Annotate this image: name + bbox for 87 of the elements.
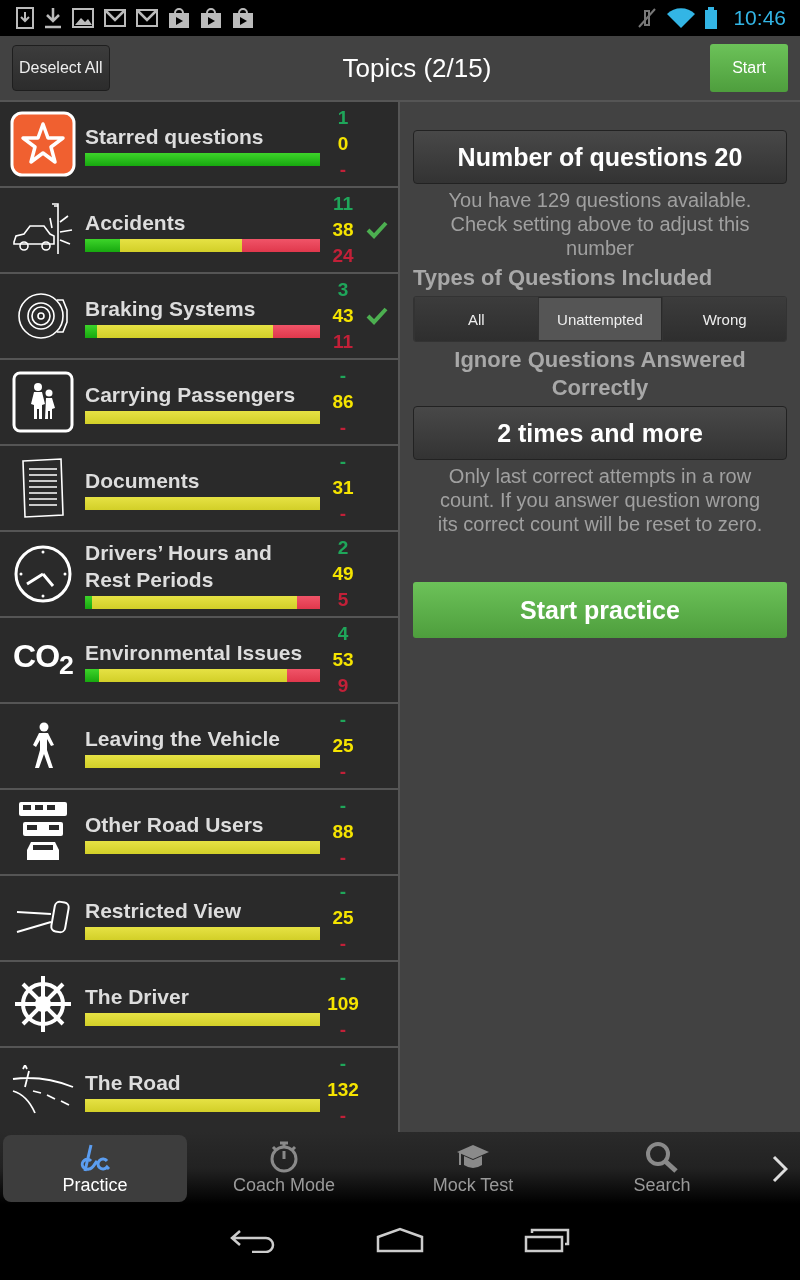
unanswered-count: 25 <box>332 734 354 758</box>
back-button[interactable] <box>230 1227 276 1253</box>
unanswered-count: 53 <box>332 648 354 672</box>
correct-count: - <box>339 450 347 474</box>
wrong-count: - <box>339 846 347 870</box>
available-note: You have 129 questions available. Check setting above to adjust this number <box>447 188 753 260</box>
unanswered-count: 43 <box>332 304 354 328</box>
wrong-count: - <box>339 932 347 956</box>
correct-count: - <box>339 794 347 818</box>
wifi-icon <box>667 8 696 28</box>
wrong-count: - <box>339 760 347 784</box>
co2-icon: CO$_{2}$ <box>13 638 73 682</box>
topic-title[interactable]: Starred questions <box>85 122 320 150</box>
unanswered-count: 109 <box>327 992 359 1016</box>
topic-title[interactable]: Other Road Users <box>85 810 320 838</box>
correct-count: - <box>339 708 347 732</box>
mail-icon <box>136 9 158 27</box>
bottom-tab[interactable]: Coach Mode <box>192 1135 376 1202</box>
question-type-toggle[interactable]: All <box>414 297 538 341</box>
recent-apps-button[interactable] <box>524 1227 570 1253</box>
topic-title[interactable]: Leaving the Vehicle <box>85 724 320 752</box>
correct-count: 2 <box>337 536 349 560</box>
topic-title[interactable]: Carrying Passengers <box>85 380 320 408</box>
correct-count: - <box>339 1052 347 1076</box>
wrong-count: 24 <box>332 244 354 268</box>
wrong-count: - <box>339 158 347 182</box>
unanswered-count: 132 <box>327 1078 359 1102</box>
brake-disc-icon <box>17 290 69 342</box>
correct-count: - <box>339 364 347 388</box>
unanswered-count: 0 <box>337 132 349 156</box>
bottom-tab[interactable]: Search <box>570 1135 754 1202</box>
chevron-right-icon <box>771 1154 788 1183</box>
correct-count: 1 <box>337 106 349 130</box>
deselect-all-button[interactable]: Deselect All <box>12 45 110 91</box>
topic-title[interactable]: Restricted View <box>85 896 320 924</box>
road-icon <box>11 1065 75 1115</box>
correct-count: 11 <box>332 192 354 216</box>
bottom-tab[interactable]: Mock Test <box>381 1135 565 1202</box>
wrong-count: - <box>339 502 347 526</box>
wrong-count: 11 <box>332 330 354 354</box>
types-heading: Types of Questions Included <box>413 264 714 292</box>
battery-icon <box>705 7 718 29</box>
download-icon <box>44 7 62 29</box>
correct-count: - <box>339 880 347 904</box>
question-type-toggle[interactable]: Unattempted <box>537 297 663 341</box>
topic-title[interactable]: The Driver <box>85 982 320 1010</box>
bottom-tab[interactable]: Practice <box>3 1135 187 1202</box>
ignore-heading: Ignore Questions Answered Correctly <box>453 346 747 402</box>
unanswered-count: 86 <box>332 390 354 414</box>
wrong-count: 9 <box>337 674 349 698</box>
clock-time: 10:46 <box>733 6 786 30</box>
wrong-count: 5 <box>337 588 349 612</box>
topic-title[interactable]: Environmental Issues <box>85 638 320 666</box>
ignore-note: Only last correct attempts in a row count. If you answer question wrong its correct count will be reset to zero. <box>436 464 764 536</box>
unanswered-count: 25 <box>332 906 354 930</box>
clock-icon <box>13 544 73 604</box>
unanswered-count: 49 <box>332 562 354 586</box>
wrong-count: - <box>339 416 347 440</box>
mail-icon <box>104 9 126 27</box>
correct-count: 3 <box>337 278 349 302</box>
document-icon <box>19 457 67 519</box>
children-crossing-icon <box>12 371 74 433</box>
shopping-bag-icon <box>168 7 190 29</box>
image-icon <box>72 8 94 28</box>
wrong-count: - <box>339 1104 347 1128</box>
shopping-bag-icon <box>200 7 222 29</box>
topic-title[interactable]: The Road <box>85 1068 320 1096</box>
wrong-count: - <box>339 1018 347 1042</box>
mute-icon <box>637 7 658 29</box>
topic-title[interactable]: Drivers’ Hours and Rest Periods <box>85 539 320 593</box>
topic-title[interactable]: Braking Systems <box>85 294 320 322</box>
search-icon <box>645 1141 679 1173</box>
unanswered-count: 31 <box>332 476 354 500</box>
correct-count: - <box>339 966 347 990</box>
unanswered-count: 38 <box>332 218 354 242</box>
unanswered-count: 88 <box>332 820 354 844</box>
topic-title[interactable]: Accidents <box>85 208 320 236</box>
number-of-questions-button[interactable]: Number of questions 20 <box>413 130 787 184</box>
shopping-bag-icon <box>232 7 254 29</box>
stopwatch-icon <box>269 1141 299 1173</box>
correct-count: 4 <box>337 622 349 646</box>
screen-title: Topics (2/15) <box>341 52 492 84</box>
download-notification-icon <box>16 7 34 29</box>
home-button[interactable] <box>376 1227 424 1253</box>
topic-title[interactable]: Documents <box>85 466 320 494</box>
ignore-count-button[interactable]: 2 times and more <box>413 406 787 460</box>
question-type-toggle[interactable]: Wrong <box>662 297 786 341</box>
